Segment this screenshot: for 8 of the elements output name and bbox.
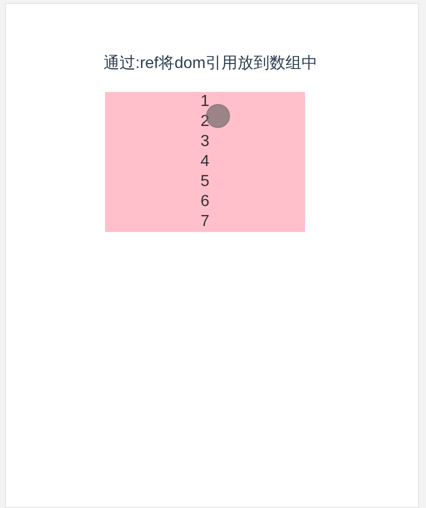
page-title: 通过:ref将dom引用放到数组中	[103, 54, 318, 74]
list-item: 1	[200, 92, 210, 112]
list-item: 3	[200, 132, 210, 152]
list-item: 2	[200, 112, 210, 132]
list-item: 7	[200, 212, 210, 232]
list-item: 5	[200, 172, 210, 192]
list-item: 6	[200, 192, 210, 212]
list-item: 4	[200, 152, 210, 172]
